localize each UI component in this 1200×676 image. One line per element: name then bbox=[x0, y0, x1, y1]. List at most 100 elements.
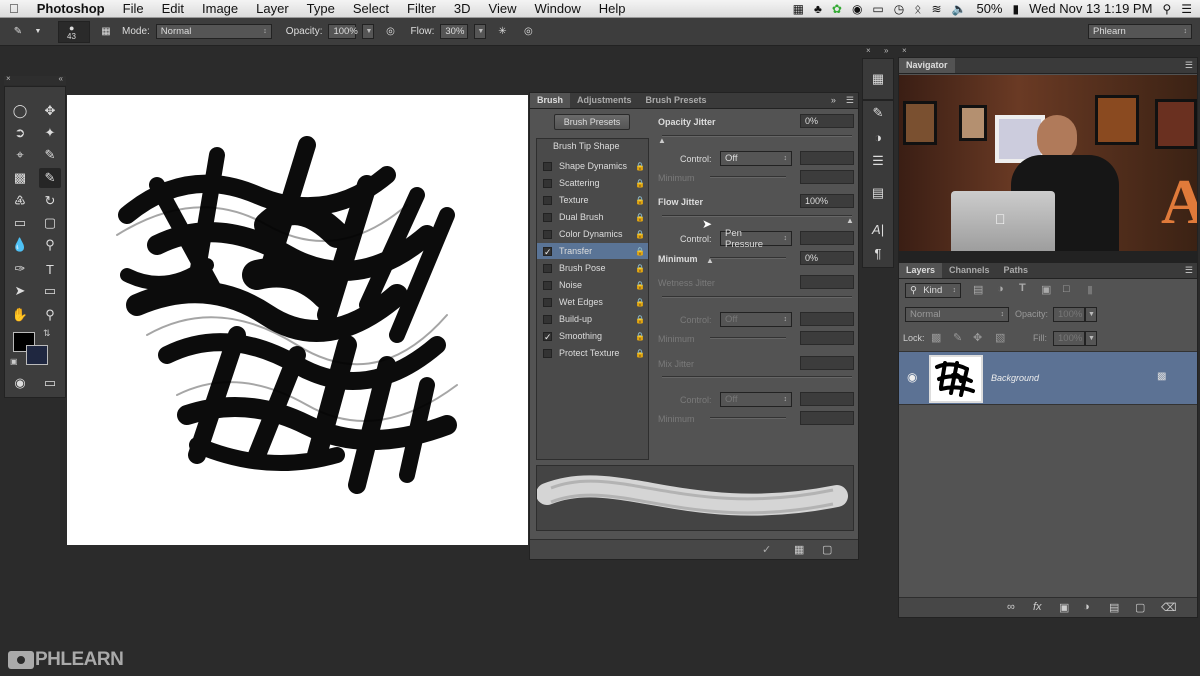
menu-type[interactable]: Type bbox=[298, 1, 344, 16]
checkbox[interactable] bbox=[543, 297, 552, 307]
blend-mode-dropdown[interactable]: Normal ↕ bbox=[905, 307, 1009, 322]
menu-layer[interactable]: Layer bbox=[247, 1, 298, 16]
magic-wand-tool-icon[interactable]: ✦ bbox=[39, 123, 61, 143]
paragraph-panel-icon[interactable]: ¶ bbox=[863, 243, 893, 263]
lock-transparent-icon[interactable]: ▩ bbox=[931, 331, 941, 344]
history-panel-icon[interactable]: ▦ bbox=[863, 69, 893, 89]
dodge-tool-icon[interactable]: ⚲ bbox=[39, 235, 61, 255]
filter-shape-icon[interactable]: ▣ bbox=[1041, 283, 1051, 296]
brush-option-item[interactable]: Color Dynamics 🔒 bbox=[537, 226, 648, 242]
slider-thumb-icon[interactable]: ▲ bbox=[658, 137, 666, 145]
tab-adjustments[interactable]: Adjustments bbox=[570, 93, 639, 108]
slider-thumb-icon[interactable]: ▲ bbox=[706, 257, 714, 265]
default-colors-icon[interactable]: ▣ bbox=[10, 357, 18, 366]
delete-layer-icon[interactable]: ⌫ bbox=[1161, 601, 1177, 614]
lock-icon[interactable]: 🔒 bbox=[635, 264, 645, 273]
menu-window[interactable]: Window bbox=[525, 1, 589, 16]
airplay-icon[interactable]: ▭ bbox=[872, 2, 883, 16]
panel-collapse-icon[interactable]: » bbox=[825, 93, 842, 108]
document-canvas[interactable] bbox=[67, 95, 528, 545]
layer-opacity-field[interactable]: 100% bbox=[1053, 307, 1085, 322]
pen-tool-icon[interactable]: ✑ bbox=[9, 259, 31, 279]
quick-mask-icon[interactable]: ◉ bbox=[9, 373, 31, 393]
panel-menu-icon[interactable]: ☰ bbox=[842, 93, 858, 108]
airbrush-icon[interactable]: ✳ bbox=[492, 22, 512, 42]
clock-datetime[interactable]: Wed Nov 13 1:19 PM bbox=[1029, 1, 1152, 16]
adjustments-panel-icon[interactable]: ◑ bbox=[863, 127, 893, 147]
lock-icon[interactable]: 🔒 bbox=[635, 196, 645, 205]
opacity-jitter-field[interactable]: 0% bbox=[800, 114, 854, 128]
layer-opacity-dropdown[interactable]: ▼ bbox=[1085, 307, 1097, 322]
move-tool-icon[interactable]: ✥ bbox=[39, 101, 61, 121]
checkbox[interactable] bbox=[543, 280, 552, 290]
menu-3d[interactable]: 3D bbox=[445, 1, 480, 16]
history-brush-tool-icon[interactable]: ↻ bbox=[39, 191, 61, 211]
creative-cloud-icon[interactable]: ◉ bbox=[852, 2, 862, 16]
eyedropper-tool-icon[interactable]: ✎ bbox=[39, 145, 61, 165]
pressure-size-icon[interactable]: ◎ bbox=[518, 22, 538, 42]
swap-colors-icon[interactable]: ⇅ bbox=[43, 328, 51, 339]
tab-paths[interactable]: Paths bbox=[997, 263, 1036, 278]
brush-tool-icon[interactable]: ✎ bbox=[8, 22, 28, 42]
flow-jitter-field[interactable]: 100% bbox=[800, 194, 854, 208]
filter-toggle-icon[interactable]: ▮ bbox=[1087, 283, 1093, 296]
list-icon[interactable]: ☰ bbox=[1181, 2, 1192, 16]
checkbox[interactable] bbox=[543, 195, 552, 205]
collapse-icon[interactable]: « bbox=[59, 74, 63, 83]
brush-option-item[interactable]: Dual Brush 🔒 bbox=[537, 209, 648, 225]
lock-icon[interactable]: 🔒 bbox=[635, 332, 645, 341]
fill-dropdown[interactable]: ▼ bbox=[1085, 331, 1097, 346]
volume-icon[interactable]: 🔈 bbox=[952, 2, 967, 16]
crop-tool-icon[interactable]: ⌖ bbox=[9, 145, 31, 165]
adjustment-layer-icon[interactable]: ◑ bbox=[1083, 601, 1090, 613]
brush-option-item[interactable]: Protect Texture 🔒 bbox=[537, 345, 648, 361]
tab-brush[interactable]: Brush bbox=[530, 93, 571, 108]
wifi-icon[interactable]: ≋ bbox=[931, 2, 941, 16]
brush-presets-button[interactable]: Brush Presets bbox=[554, 114, 630, 130]
checkbox[interactable] bbox=[543, 161, 552, 171]
menu-image[interactable]: Image bbox=[193, 1, 247, 16]
menu-help[interactable]: Help bbox=[590, 1, 635, 16]
blur-tool-icon[interactable]: 💧 bbox=[9, 235, 31, 255]
battery-percent[interactable]: 50% bbox=[976, 1, 1002, 16]
search-icon[interactable]: ⚲ bbox=[1162, 2, 1171, 16]
character-styles-icon[interactable]: ▤ bbox=[863, 183, 893, 203]
app-name-menu[interactable]: Photoshop bbox=[28, 1, 114, 16]
lock-icon[interactable]: 🔒 bbox=[635, 349, 645, 358]
lock-icon[interactable]: 🔒 bbox=[635, 230, 645, 239]
close-icon[interactable]: × bbox=[866, 46, 871, 55]
brush-tip-shape-item[interactable]: Brush Tip Shape bbox=[553, 141, 620, 151]
opacity-jitter-slider[interactable] bbox=[662, 135, 852, 137]
layer-name[interactable]: Background bbox=[991, 373, 1039, 383]
screen-mode-icon[interactable]: ▭ bbox=[39, 373, 61, 393]
opacity-control-dropdown[interactable]: Off ↕ bbox=[720, 151, 792, 166]
lock-icon[interactable]: 🔒 bbox=[635, 247, 645, 256]
lock-icon[interactable]: 🔒 bbox=[635, 179, 645, 188]
brush-option-item[interactable]: Scattering 🔒 bbox=[537, 175, 648, 191]
brush-option-item[interactable]: Texture 🔒 bbox=[537, 192, 648, 208]
filter-pixel-icon[interactable]: ▤ bbox=[973, 283, 983, 296]
checkbox[interactable] bbox=[543, 212, 552, 222]
sliders-panel-icon[interactable]: ☰ bbox=[863, 151, 893, 171]
evernote-icon[interactable]: ♣ bbox=[814, 2, 822, 16]
panel-menu-icon[interactable]: ☰ bbox=[1181, 263, 1197, 278]
filter-type-icon[interactable]: T bbox=[1019, 282, 1026, 294]
brush-option-item[interactable]: ✓ Transfer 🔒 bbox=[537, 243, 648, 259]
checkbox[interactable] bbox=[543, 263, 552, 273]
brush-option-item[interactable]: ✓ Smoothing 🔒 bbox=[537, 328, 648, 344]
flow-jitter-slider[interactable] bbox=[662, 215, 852, 217]
flow-dropdown[interactable]: ▼ bbox=[474, 24, 487, 39]
lasso-tool-icon[interactable]: ➲ bbox=[9, 123, 31, 143]
tab-layers[interactable]: Layers bbox=[899, 263, 943, 278]
checkbox[interactable]: ✓ bbox=[543, 331, 552, 341]
brush-option-item[interactable]: Build-up 🔒 bbox=[537, 311, 648, 327]
clock-icon[interactable]: ◷ bbox=[894, 2, 904, 16]
menu-filter[interactable]: Filter bbox=[398, 1, 445, 16]
menu-file[interactable]: File bbox=[114, 1, 153, 16]
brush-size-picker[interactable]: ● 43 bbox=[58, 20, 90, 43]
character-panel-icon[interactable]: A| bbox=[863, 219, 893, 239]
bluetooth-icon[interactable]: ᛟ bbox=[914, 2, 921, 16]
shape-tool-icon[interactable]: ▭ bbox=[39, 281, 61, 301]
layer-thumbnail[interactable] bbox=[929, 355, 983, 403]
brush-panel-toggle-icon[interactable]: ▦ bbox=[96, 22, 116, 42]
